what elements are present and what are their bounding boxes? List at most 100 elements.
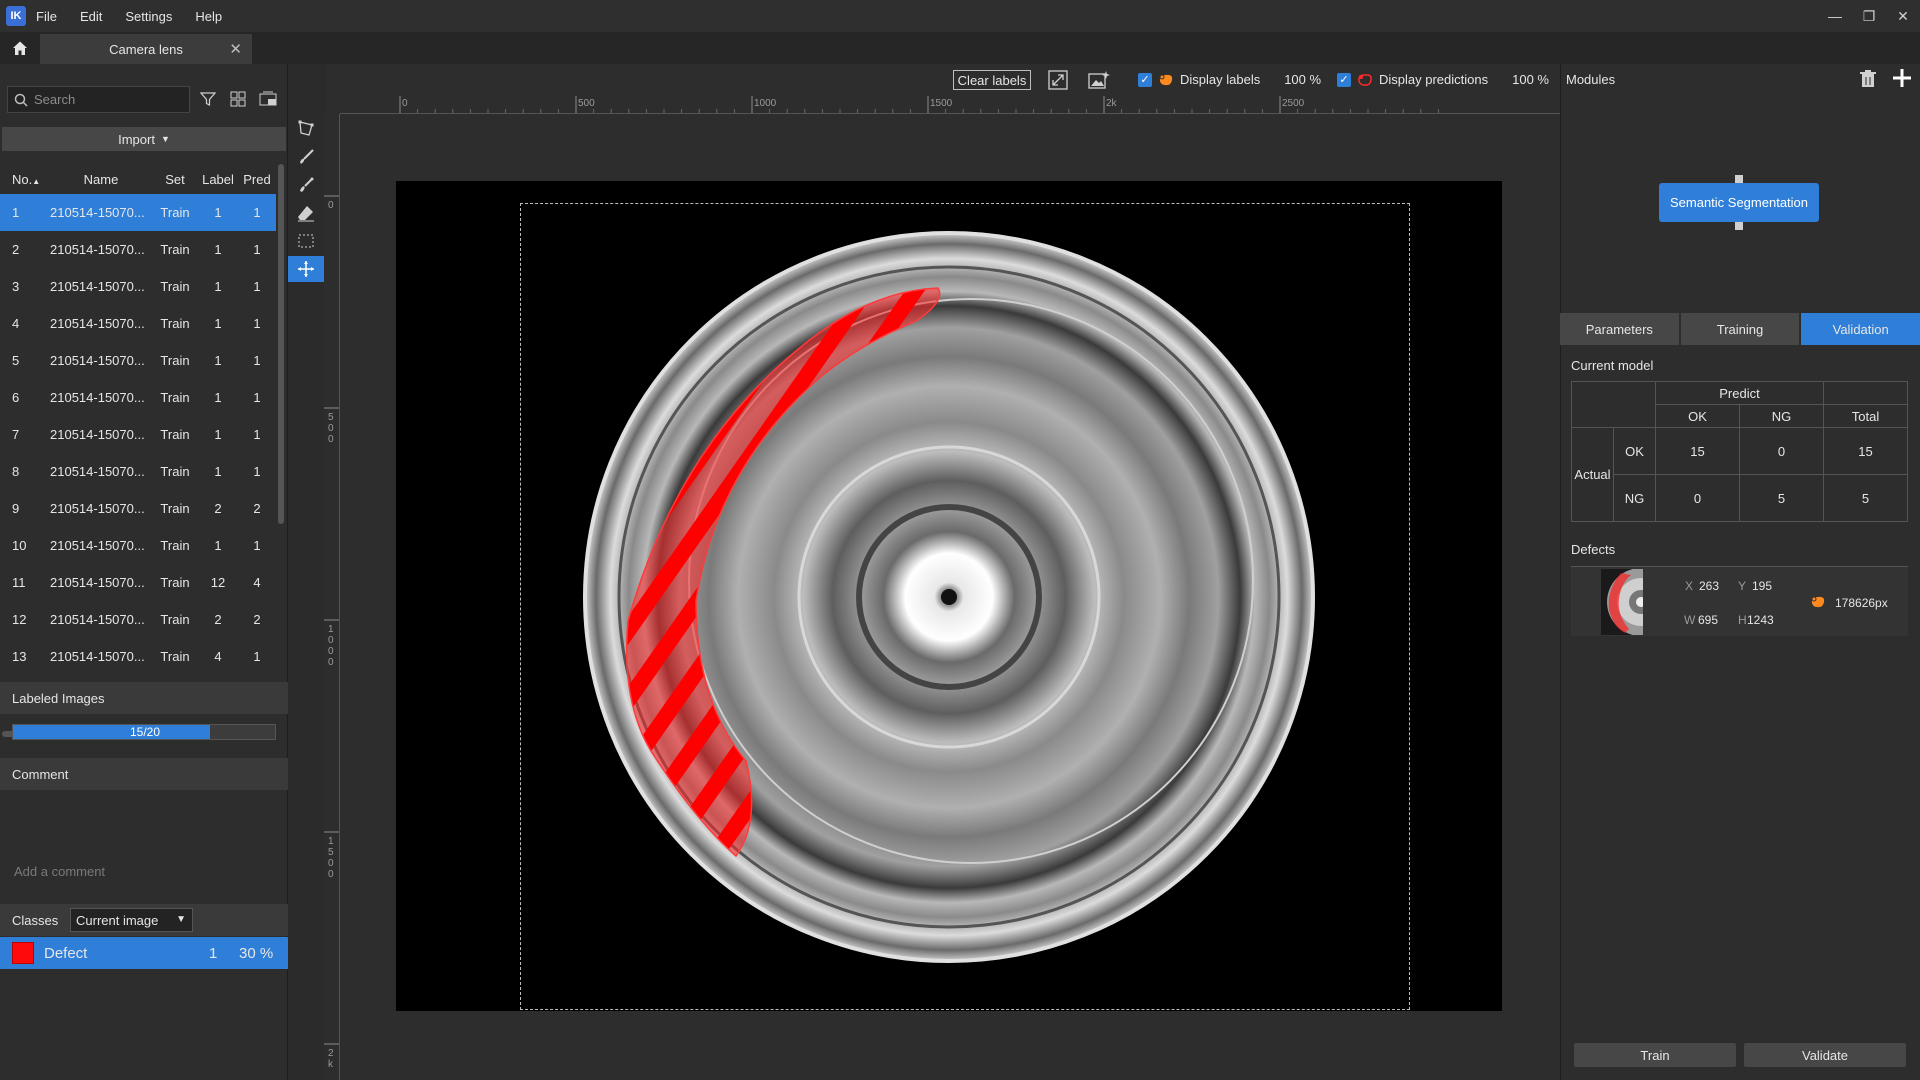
table-row[interactable]: 6 210514-15070... Train 1 1: [0, 379, 276, 416]
grid-view-icon[interactable]: [227, 88, 249, 110]
close-icon[interactable]: ✕: [229, 40, 242, 58]
class-color-swatch[interactable]: [12, 942, 34, 964]
tab-validation[interactable]: Validation: [1801, 313, 1920, 345]
table-row[interactable]: 3 210514-15070... Train 1 1: [0, 268, 276, 305]
eraser-icon[interactable]: [288, 200, 324, 226]
table-row[interactable]: 7 210514-15070... Train 1 1: [0, 416, 276, 453]
trash-icon[interactable]: [1860, 70, 1876, 91]
fit-screen-icon[interactable]: [1045, 68, 1071, 92]
table-row[interactable]: 11 210514-15070... Train 12 4: [0, 564, 276, 601]
polygon-tool-icon[interactable]: [288, 116, 324, 142]
defect-y: 195: [1752, 579, 1773, 593]
table-row[interactable]: 5 210514-15070... Train 1 1: [0, 342, 276, 379]
col-name[interactable]: Name: [40, 172, 152, 187]
app-logo: IK: [6, 6, 26, 26]
actual-header: Actual: [1571, 427, 1614, 522]
col-pred[interactable]: Pred: [238, 172, 276, 187]
search-input[interactable]: Search: [7, 86, 190, 113]
ruler-left-label: 0: [328, 646, 334, 657]
defect-h-key: H: [1738, 613, 1747, 627]
table-row[interactable]: 1 210514-15070... Train 1 1: [0, 194, 276, 231]
move-tool-icon[interactable]: [288, 256, 324, 282]
row-pred: 1: [253, 279, 261, 294]
close-window-icon[interactable]: ✕: [1886, 0, 1920, 32]
class-percent: 30 %: [239, 944, 274, 962]
minimize-icon[interactable]: —: [1818, 0, 1852, 32]
row-no: 7: [12, 427, 20, 442]
image-adjust-icon[interactable]: [1086, 68, 1112, 92]
predict-ok-header: OK: [1655, 404, 1740, 428]
defect-h: 1243: [1747, 613, 1774, 627]
row-no: 3: [12, 279, 20, 294]
row-label: 4: [214, 649, 222, 664]
home-icon[interactable]: [0, 32, 40, 64]
col-label[interactable]: Label: [198, 172, 238, 187]
defect-x: 263: [1699, 579, 1720, 593]
menu-file[interactable]: File: [36, 9, 57, 24]
module-node-semantic-segmentation[interactable]: Semantic Segmentation: [1659, 183, 1819, 222]
ruler-top-label: 1000: [754, 98, 777, 109]
roi-selection-box[interactable]: [520, 203, 1410, 1010]
tool-strip: [288, 116, 324, 306]
ruler-left-label: 1: [328, 624, 334, 635]
table-row[interactable]: 13 210514-15070... Train 4 1: [0, 638, 276, 675]
class-count: 1: [209, 944, 218, 962]
import-button[interactable]: Import ▼: [2, 127, 286, 151]
row-name: 210514-15070...: [50, 427, 145, 442]
defect-area: 178626px: [1835, 596, 1888, 610]
menu-settings[interactable]: Settings: [125, 9, 172, 24]
split-view-icon[interactable]: [257, 88, 279, 110]
search-placeholder: Search: [34, 92, 76, 107]
ruler-top-label: 1500: [930, 98, 953, 109]
validate-button[interactable]: Validate: [1744, 1043, 1906, 1067]
table-row[interactable]: 2 210514-15070... Train 1 1: [0, 231, 276, 268]
predict-header: Predict: [1655, 381, 1824, 405]
row-set: Train: [160, 575, 190, 590]
ruler-left-label: 5: [328, 412, 334, 423]
image-table: No.▲ Name Set Label Pred 1 210514-15070..…: [0, 164, 276, 675]
tab-camera-lens[interactable]: Camera lens ✕: [40, 34, 252, 64]
col-set[interactable]: Set: [152, 172, 198, 187]
row-label: 1: [214, 538, 222, 553]
row-name: 210514-15070...: [50, 649, 145, 664]
actual-ng-header: NG: [1613, 474, 1656, 522]
table-row[interactable]: 10 210514-15070... Train 1 1: [0, 527, 276, 564]
display-predictions-toggle[interactable]: ✓ Display predictions 100 %: [1337, 72, 1549, 87]
restore-icon[interactable]: ❐: [1852, 0, 1886, 32]
menu-help[interactable]: Help: [195, 9, 222, 24]
brush-icon[interactable]: [288, 144, 324, 170]
display-predictions-checkbox[interactable]: ✓: [1337, 72, 1351, 87]
comment-input[interactable]: Add a comment: [14, 864, 105, 879]
table-row[interactable]: 12 210514-15070... Train 2 2: [0, 601, 276, 638]
display-labels-checkbox[interactable]: ✓: [1138, 72, 1152, 87]
menu-edit[interactable]: Edit: [80, 9, 102, 24]
clear-labels-button[interactable]: Clear labels: [953, 70, 1031, 90]
display-labels-opacity[interactable]: 100 %: [1284, 72, 1321, 87]
row-name: 210514-15070...: [50, 242, 145, 257]
col-no[interactable]: No.▲: [0, 172, 40, 187]
row-set: Train: [160, 316, 190, 331]
row-label: 1: [214, 353, 222, 368]
table-scrollbar-vertical[interactable]: [278, 164, 284, 524]
tab-parameters[interactable]: Parameters: [1560, 313, 1679, 345]
add-module-icon[interactable]: [1892, 68, 1912, 91]
classes-scope-select[interactable]: Current image ▼: [70, 908, 193, 932]
display-predictions-opacity[interactable]: 100 %: [1512, 72, 1549, 87]
display-labels-toggle[interactable]: ✓ Display labels 100 %: [1138, 72, 1321, 87]
table-row[interactable]: 8 210514-15070... Train 1 1: [0, 453, 276, 490]
ruler-top: 0 500 1000 1500 2k 2500: [340, 96, 1560, 114]
filter-icon[interactable]: [197, 88, 219, 110]
defect-item[interactable]: X 263 Y 195 W 695 H 1243 178626px: [1571, 566, 1908, 636]
cell-ng-ng: 5: [1739, 474, 1824, 522]
train-button[interactable]: Train: [1574, 1043, 1736, 1067]
smart-brush-icon[interactable]: [288, 172, 324, 198]
menubar: IK File Edit Settings Help — ❐ ✕: [0, 0, 1920, 32]
class-row-defect[interactable]: Defect 1 30 %: [0, 937, 288, 969]
row-no: 13: [12, 649, 27, 664]
tab-training[interactable]: Training: [1680, 313, 1800, 345]
row-no: 6: [12, 390, 20, 405]
table-row[interactable]: 9 210514-15070... Train 2 2: [0, 490, 276, 527]
row-pred: 1: [253, 464, 261, 479]
rect-select-icon[interactable]: [288, 228, 324, 254]
table-row[interactable]: 4 210514-15070... Train 1 1: [0, 305, 276, 342]
